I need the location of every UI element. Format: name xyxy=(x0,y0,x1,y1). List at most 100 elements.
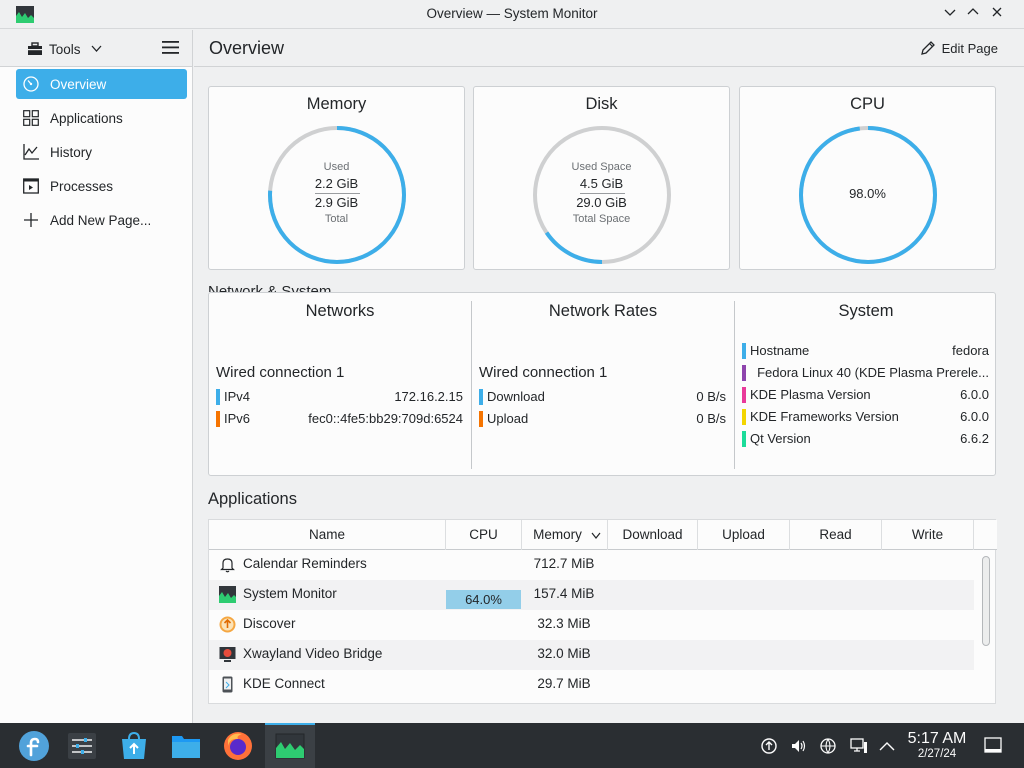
column-header-memory[interactable]: Memory xyxy=(522,520,608,550)
bell-icon xyxy=(220,558,235,573)
volume-icon[interactable] xyxy=(790,738,808,754)
table-row[interactable]: Calendar Reminders 712.7 MiB xyxy=(209,550,974,580)
table-header: Name CPU Memory Download Upload Read Wri… xyxy=(209,520,997,550)
row-value: Fedora Linux 40 (KDE Plasma Prerele... xyxy=(757,365,989,380)
system-qt-row: Qt Version 6.6.2 xyxy=(742,430,989,448)
network-globe-icon[interactable] xyxy=(820,738,838,754)
column-header-cpu[interactable]: CPU xyxy=(446,520,522,550)
sidebar-item-overview[interactable]: Overview xyxy=(16,69,187,99)
firefox-icon[interactable] xyxy=(222,730,254,762)
discover-icon xyxy=(219,616,236,633)
sidebar-item-label: Applications xyxy=(50,110,123,126)
sidebar-nav: Overview Applications History Processes … xyxy=(0,67,192,235)
discover-icon[interactable] xyxy=(118,730,150,762)
cpu-value: 98.0% xyxy=(849,186,886,201)
clock-date[interactable]: 2/27/24 xyxy=(905,748,969,760)
row-label: IPv6 xyxy=(224,411,251,426)
system-monitor-icon xyxy=(219,586,236,603)
sidebar-item-processes[interactable]: Processes xyxy=(16,171,187,201)
table-row[interactable]: KDE Connect 29.7 MiB xyxy=(209,670,974,700)
sidebar-item-add-page[interactable]: Add New Page... xyxy=(16,205,187,235)
legend-color-bar xyxy=(742,431,746,447)
column-header-name[interactable]: Name xyxy=(209,520,446,550)
wired-network-icon[interactable] xyxy=(850,738,868,754)
process-icon xyxy=(23,178,39,194)
gauge-icon xyxy=(23,76,39,92)
column-header-write[interactable]: Write xyxy=(882,520,974,550)
row-value: 0 B/s xyxy=(696,389,726,404)
memory-title: Memory xyxy=(306,95,367,113)
network-rates-title: Network Rates xyxy=(548,302,658,320)
applications-table: Name CPU Memory Download Upload Read Wri… xyxy=(208,519,997,704)
column-header-upload[interactable]: Upload xyxy=(698,520,790,550)
legend-color-bar xyxy=(742,387,746,403)
sidebar-item-history[interactable]: History xyxy=(16,137,187,167)
row-value: 172.16.2.15 xyxy=(394,389,463,404)
disk-card: Disk Used Space 4.5 GiB 29.0 GiB Total S… xyxy=(473,86,730,270)
update-notification-icon[interactable] xyxy=(760,738,778,754)
table-row[interactable]: System Monitor 64.0% 157.4 MiB xyxy=(209,580,974,610)
row-memory: 712.7 MiB xyxy=(533,556,595,571)
system-settings-icon[interactable] xyxy=(66,730,98,762)
tools-label: Tools xyxy=(49,41,81,57)
row-memory: 32.0 MiB xyxy=(537,646,591,661)
memory-card: Memory Used 2.2 GiB 2.9 GiB Total xyxy=(208,86,465,270)
chevron-up-icon[interactable] xyxy=(878,738,896,754)
disk-used-label: Used Space xyxy=(571,161,632,173)
maximize-button[interactable] xyxy=(963,5,983,23)
taskbar: 5:17 AM 2/27/24 xyxy=(0,723,1024,768)
legend-color-bar xyxy=(742,409,746,425)
row-cpu-usage: 64.0% xyxy=(446,590,521,609)
row-name: Calendar Reminders xyxy=(243,556,367,571)
memory-total-value: 2.9 GiB xyxy=(314,195,359,210)
column-header-download[interactable]: Download xyxy=(608,520,698,550)
video-bridge-icon xyxy=(219,647,236,662)
networks-title: Networks xyxy=(305,302,375,320)
table-scrollbar[interactable] xyxy=(982,556,990,646)
rates-upload-row: Upload 0 B/s xyxy=(479,410,726,428)
column-divider xyxy=(734,301,735,469)
close-icon xyxy=(992,7,1002,17)
networks-connection-name: Wired connection 1 xyxy=(216,364,345,381)
clock-time[interactable]: 5:17 AM xyxy=(905,730,969,748)
row-label: IPv4 xyxy=(224,389,251,404)
close-button[interactable] xyxy=(987,5,1007,23)
network-system-card: Networks Network Rates System Wired conn… xyxy=(208,292,996,476)
memory-used-value: 2.2 GiB xyxy=(314,176,359,191)
sidebar-item-label: Add New Page... xyxy=(50,212,152,228)
disk-total-value: 29.0 GiB xyxy=(576,195,627,210)
row-value: 6.0.0 xyxy=(960,387,989,402)
hamburger-menu-icon[interactable] xyxy=(162,41,179,54)
toolbox-icon xyxy=(28,42,42,55)
fedora-launcher-icon[interactable] xyxy=(18,730,50,762)
sidebar-item-label: Processes xyxy=(50,178,114,194)
table-row[interactable]: Xwayland Video Bridge 32.0 MiB xyxy=(209,640,974,670)
row-memory: 32.3 MiB xyxy=(537,616,591,631)
column-header-label: Memory xyxy=(533,527,582,542)
minimize-button[interactable] xyxy=(940,5,960,23)
plus-icon xyxy=(24,213,38,227)
system-title: System xyxy=(838,302,894,320)
sidebar-item-label: Overview xyxy=(50,76,107,92)
main-content: Overview Edit Page Memory Used 2.2 GiB 2… xyxy=(194,30,1024,723)
legend-color-bar xyxy=(216,389,220,405)
gauge-separator xyxy=(315,193,360,194)
chevron-up-icon xyxy=(967,8,979,15)
networks-ipv4-row: IPv4 172.16.2.15 xyxy=(216,388,463,406)
sidebar-item-applications[interactable]: Applications xyxy=(16,103,187,133)
table-row[interactable]: Discover 32.3 MiB xyxy=(209,610,974,640)
row-name: KDE Connect xyxy=(243,676,325,691)
system-monitor-icon[interactable] xyxy=(274,730,306,762)
column-divider xyxy=(471,301,472,469)
file-manager-icon[interactable] xyxy=(170,730,202,762)
edit-page-button[interactable]: Edit Page xyxy=(920,40,998,56)
row-label: Qt Version xyxy=(750,431,811,446)
column-header-read[interactable]: Read xyxy=(790,520,882,550)
chart-icon xyxy=(23,144,39,160)
row-label: Hostname xyxy=(750,343,810,358)
system-plasma-row: KDE Plasma Version 6.0.0 xyxy=(742,386,989,404)
tools-menu-button[interactable]: Tools xyxy=(27,39,102,59)
legend-color-bar xyxy=(479,389,483,405)
show-desktop-icon[interactable] xyxy=(984,737,1002,753)
system-frameworks-row: KDE Frameworks Version 6.0.0 xyxy=(742,408,989,426)
